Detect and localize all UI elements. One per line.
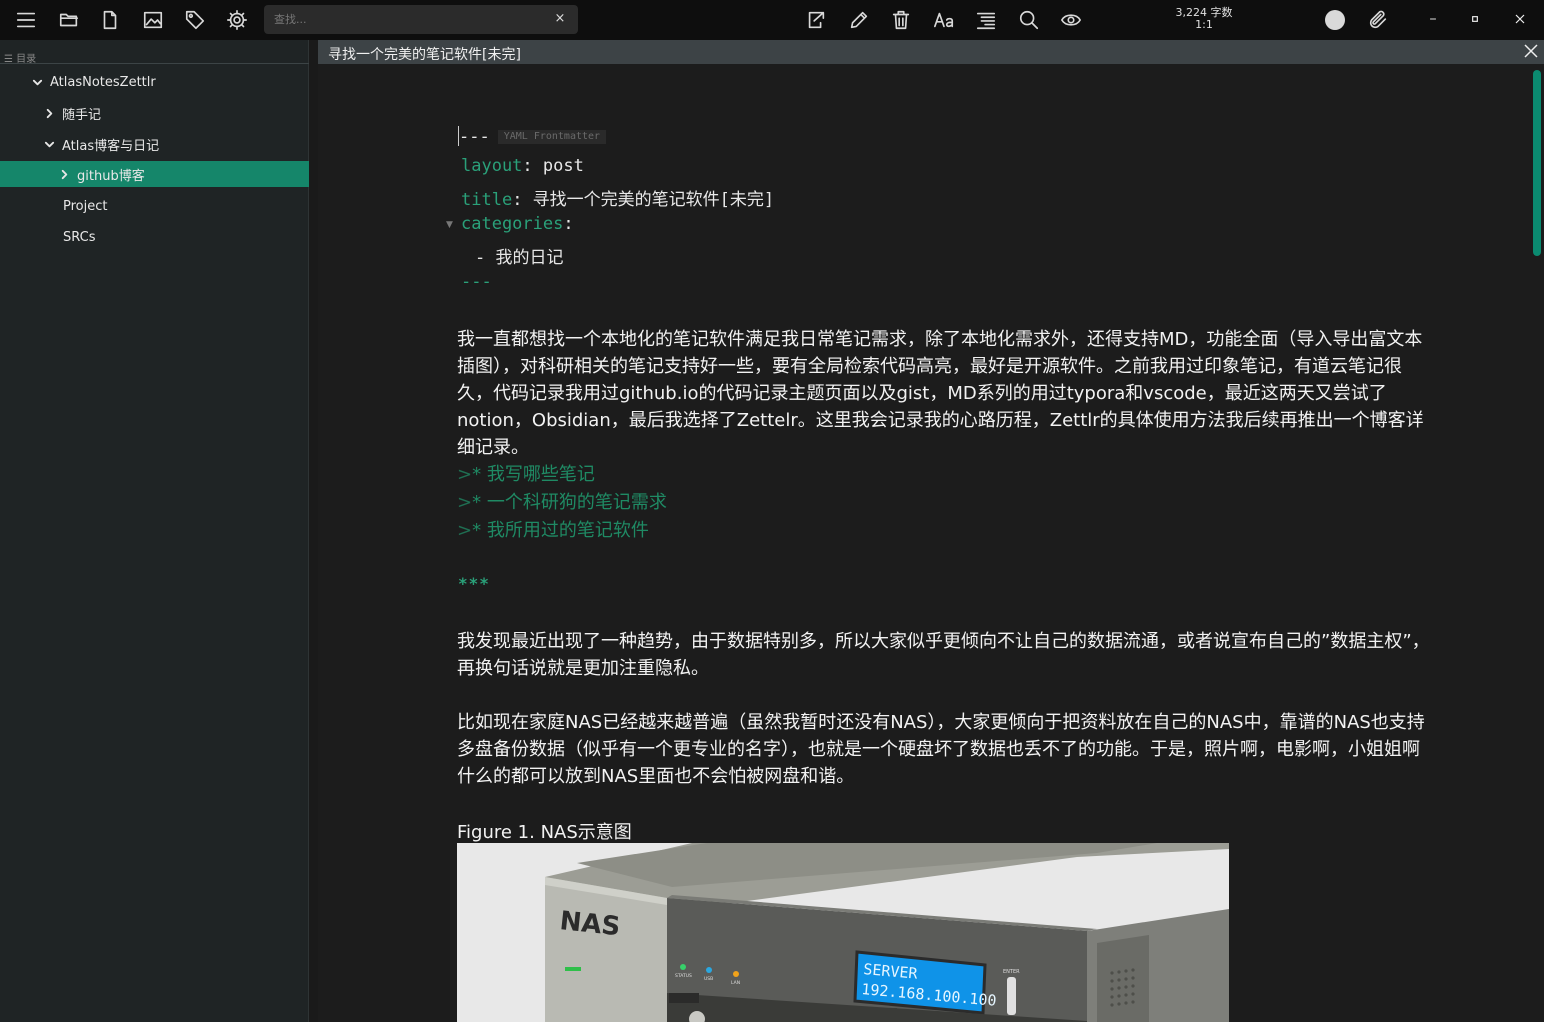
tree-item-label: AtlasNotesZettlr [50, 74, 156, 90]
blockquote-line[interactable]: >* 我所用过的笔记软件 [457, 517, 649, 544]
frontmatter-end[interactable]: --- [461, 272, 492, 292]
blockquote-line[interactable]: >* 我写哪些笔记 [457, 461, 595, 488]
chevron-right-icon[interactable] [57, 167, 71, 181]
frontmatter-delimiter: --- [459, 127, 490, 147]
close-tab-icon[interactable] [1522, 42, 1540, 60]
tree-item-project[interactable]: Project [0, 193, 309, 219]
tree-item-label: Project [63, 198, 108, 214]
maximize-icon[interactable] [1462, 6, 1488, 32]
enter-label: ENTER [1003, 969, 1020, 975]
yaml-key: layout [461, 156, 523, 176]
toc-icon[interactable] [972, 6, 1000, 34]
tag-icon[interactable] [181, 6, 209, 34]
nas-device-illustration: NAS STATUS USB LAN SERVER 192.168.100.10… [457, 843, 1229, 1022]
yaml-value: 寻找一个完美的笔记软件[未完] [532, 190, 775, 210]
tab-title: 寻找一个完美的笔记软件[未完] [328, 47, 521, 63]
attachment-icon[interactable] [1364, 6, 1392, 34]
editor-scrollbar[interactable] [1533, 70, 1541, 256]
frontmatter-start[interactable]: --- YAML Frontmatter [459, 127, 607, 147]
yaml-value: post [542, 156, 584, 176]
minimize-icon[interactable] [1420, 6, 1446, 32]
search-clear-button[interactable]: × [552, 11, 568, 27]
tree-item-label: 随手记 [62, 107, 102, 123]
paragraph[interactable]: 我一直都想找一个本地化的笔记软件满足我日常笔记需求，除了本地化需求外，还得支持M… [457, 326, 1432, 461]
tree-item-suishouji[interactable]: 随手记 [0, 100, 309, 126]
paragraph[interactable]: 比如现在家庭NAS已经越来越普遍（虽然我暂时还没有NAS），大家更倾向于把资料放… [457, 709, 1432, 790]
open-folder-icon[interactable] [55, 6, 83, 34]
pomodoro-icon[interactable] [1325, 10, 1345, 30]
blockquote-line[interactable]: >* 一个科研狗的笔记需求 [457, 489, 667, 516]
graph-icon[interactable] [139, 6, 167, 34]
horizontal-rule[interactable]: *** [458, 574, 490, 593]
frontmatter-categories-line[interactable]: categories: [461, 214, 574, 234]
trash-icon[interactable] [887, 6, 915, 34]
search-input[interactable] [274, 5, 544, 34]
new-file-icon[interactable] [96, 6, 124, 34]
tree-item-srcs[interactable]: SRCs [0, 224, 309, 250]
sidebar-header: ☰ 目录 [0, 44, 309, 65]
edit-pencil-icon[interactable] [845, 6, 873, 34]
sidebar-header-label: ☰ 目录 [4, 54, 37, 65]
frontmatter-layout-line[interactable]: layout: post [461, 156, 584, 176]
tree-item-label: SRCs [63, 229, 96, 245]
nas-brand-label: NAS [558, 906, 621, 942]
led-label-lan: LAN [731, 980, 740, 986]
tree-item-atlas-blog[interactable]: Atlas博客与日记 [0, 131, 309, 157]
frontmatter-title-line[interactable]: title: 寻找一个完美的笔记软件[未完] [461, 185, 774, 210]
yaml-frontmatter-badge: YAML Frontmatter [497, 130, 607, 144]
word-count: 3,224 字数 1:1 [1168, 7, 1240, 31]
search-icon[interactable] [1015, 6, 1043, 34]
search-box: × [264, 5, 578, 34]
figure-caption: Figure 1. NAS示意图 [457, 822, 632, 843]
yaml-key: title [461, 190, 513, 210]
font-size-icon[interactable] [930, 6, 958, 34]
paragraph[interactable]: 我发现最近出现了一种趋势，由于数据特别多，所以大家似乎更倾向不让自己的数据流通，… [457, 628, 1432, 682]
menu-icon[interactable] [12, 6, 40, 34]
frontmatter-category-item[interactable]: - 我的日记 [475, 243, 563, 268]
preview-eye-icon[interactable] [1057, 6, 1085, 34]
settings-gear-icon[interactable] [223, 6, 251, 34]
sidebar: ☰ 目录 AtlasNotesZettlr 随手记 Atlas博客与日记 git… [0, 40, 309, 1022]
tree-item-label: github博客 [77, 168, 145, 184]
led-label-usb: USB [704, 976, 713, 982]
tree-item-atlasnoteszettlr[interactable]: AtlasNotesZettlr [0, 69, 309, 95]
export-icon[interactable] [802, 6, 830, 34]
editor-tab[interactable]: 寻找一个完美的笔记软件[未完] [318, 40, 1544, 64]
chevron-down-icon[interactable] [30, 75, 44, 89]
led-label-status: STATUS [675, 973, 692, 979]
chevron-right-icon[interactable] [42, 106, 56, 120]
tree-item-github-blog[interactable]: github博客 [0, 161, 309, 187]
tree-item-label: Atlas博客与日记 [62, 138, 160, 154]
yaml-key: categories [461, 214, 564, 234]
cursor-position: 1:1 [1195, 18, 1213, 31]
close-window-icon[interactable] [1507, 6, 1533, 32]
toolbar: × 3,224 字数 1:1 [0, 0, 1544, 40]
chevron-down-icon[interactable] [42, 137, 56, 151]
nas-figure-image: NAS STATUS USB LAN SERVER 192.168.100.10… [457, 843, 1229, 1022]
fold-triangle-icon[interactable]: ▼ [446, 220, 453, 230]
